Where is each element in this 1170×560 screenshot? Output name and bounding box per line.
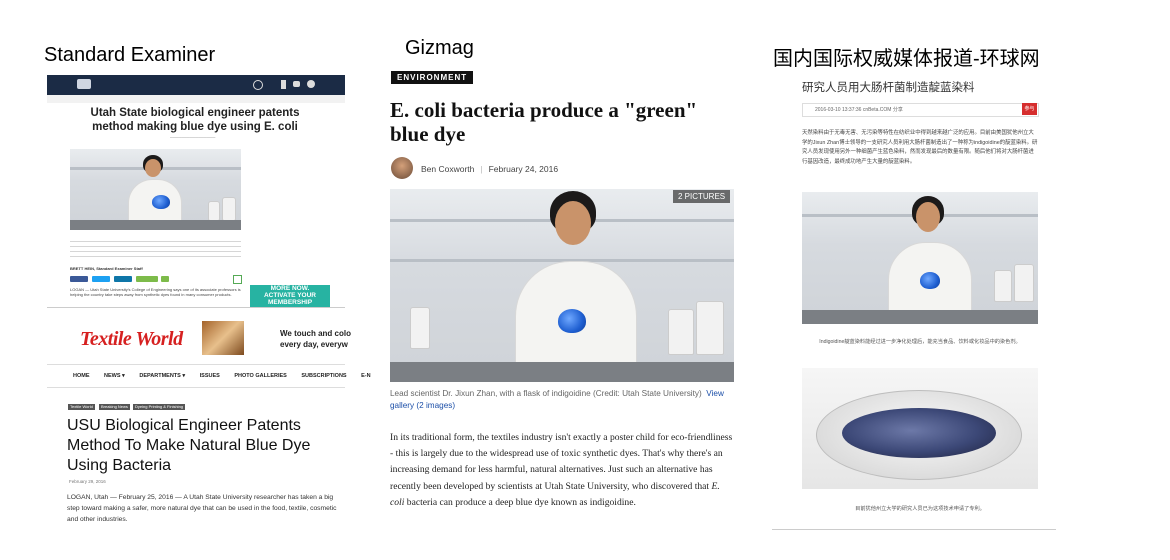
textile-world-body: LOGAN, Utah — February 25, 2016 — A Utah… [67,494,337,523]
facebook-share-button[interactable] [70,276,88,282]
standard-examiner-article-title: Utah State biological engineer patents m… [90,107,300,133]
huanqiu-caption-1: Indigoidine靛蓝染料能经过进一步净化处理后，能充当食品、饮料或化妆品中… [819,339,1021,345]
indigoidine-dish-photo [802,368,1038,489]
more-share-button[interactable] [161,276,169,282]
nav-news[interactable]: NEWS ▾ [104,373,125,379]
label-huanqiu: 国内国际权威媒体报道-环球网 [773,48,1040,70]
nav-issues[interactable]: ISSUES [200,373,220,379]
ad-line1: MORE NOW. [270,285,310,292]
photo-caption-text [70,241,241,259]
linkedin-share-button[interactable] [114,276,132,282]
photo-credit [70,234,241,239]
meta-text: 2016-03-10 13:37:36 cnBeta.COM 分享 [815,107,903,113]
textile-world-article-title: USU Biological Engineer Patents Method T… [67,417,311,474]
nav-departments[interactable]: DEPARTMENTS ▾ [139,373,185,379]
huanqiu-meta-bar: 2016-03-10 13:37:36 cnBeta.COM 分享 [802,103,1039,117]
gizmag-hero-photo[interactable] [390,189,734,382]
standard-examiner-subnav[interactable] [47,95,345,103]
user-icon[interactable] [307,80,315,88]
article-byline: BRETT HEIN, Standard Examiner Staff [70,266,143,271]
section-badge[interactable]: ENVIRONMENT [391,71,474,84]
bottom-rule [772,529,1056,530]
body-part-2: bacteria can produce a deep blue dye kno… [404,496,636,508]
nav-photo-galleries[interactable]: PHOTO GALLERIES [234,373,286,379]
blue-dye-powder [842,408,996,458]
email-share-button[interactable] [136,276,158,282]
membership-ad[interactable]: MORE NOW. ACTIVATE YOUR MEMBERSHIP [250,285,330,307]
article-photo [70,149,241,230]
facebook-icon[interactable] [281,80,286,89]
label-standard-examiner: Standard Examiner [44,44,216,66]
body-part-1: In its traditional form, the textiles in… [390,432,733,492]
gizmag-article-body: In its traditional form, the textiles in… [390,430,735,511]
textile-world-nav: HOME NEWS ▾ DEPARTMENTS ▾ ISSUES PHOTO G… [73,373,384,379]
caption-text: Lead scientist Dr. Jixun Zhan, with a fl… [390,389,702,398]
tag-textile-world[interactable]: Textile World [68,404,95,410]
textile-ad-text[interactable]: We touch and colo every day, everyw [280,328,351,350]
nav-e-newsletter[interactable]: E-N [361,373,370,379]
participate-button[interactable]: 参与 [1022,103,1037,115]
label-gizmag: Gizmag [405,37,474,59]
photo-caption: Lead scientist Dr. Jixun Zhan, with a fl… [390,388,735,411]
tag-dyeing[interactable]: Dyeing Printing & Finishing [133,404,186,410]
publish-date: February 24, 2016 [488,164,559,174]
ad-line3: MEMBERSHIP [267,299,313,306]
gizmag-byline: Ben Coxworth | February 24, 2016 [421,164,559,174]
standard-examiner-header-bar [47,75,345,95]
nav-home[interactable]: HOME [73,373,90,379]
textile-world-date: February 29, 2016 [69,479,106,484]
tag-breaking-news[interactable]: Breaking News [99,404,130,410]
nav-bottom-rule [47,387,345,388]
article-timestamp-bar: ──────────────── [170,135,216,140]
gizmag-article-title: E. coli bacteria produce a "green" blue … [390,98,698,146]
ad-line2: ACTIVATE YOUR [263,292,316,299]
huanqiu-paragraph: 天然染料由于无毒无害、无污染等特性在纺织业中得到越来越广泛的应用。目前由美国犹他… [802,130,1038,165]
textile-world-logo[interactable]: Textile World [80,328,183,351]
gallery-count-badge[interactable]: 2 PICTURES [673,190,731,203]
twitter-icon[interactable] [293,81,300,87]
author-name[interactable]: Ben Coxworth [421,164,474,174]
author-avatar[interactable] [391,157,413,179]
huanqiu-photo [802,192,1038,324]
article-intro: LOGAN — Utah State University's College … [70,287,241,297]
huanqiu-caption-2: 目前犹他州立大学的研究人员已为这项技术申请了专利。 [855,506,985,512]
nav-subscriptions[interactable]: SUBSCRIPTIONS [301,373,346,379]
nav-top-rule [47,364,345,365]
ad-text-line2: every day, everyw [280,340,348,349]
ad-text-line1: We touch and colo [280,329,351,338]
search-icon[interactable] [253,80,263,90]
print-icon[interactable] [233,275,242,284]
logo-icon [77,79,91,89]
divider [47,307,345,308]
ad-image[interactable] [202,321,244,355]
huanqiu-headline: 研究人员用大肠杆菌制造靛蓝染料 [802,82,975,94]
twitter-share-button[interactable] [92,276,110,282]
